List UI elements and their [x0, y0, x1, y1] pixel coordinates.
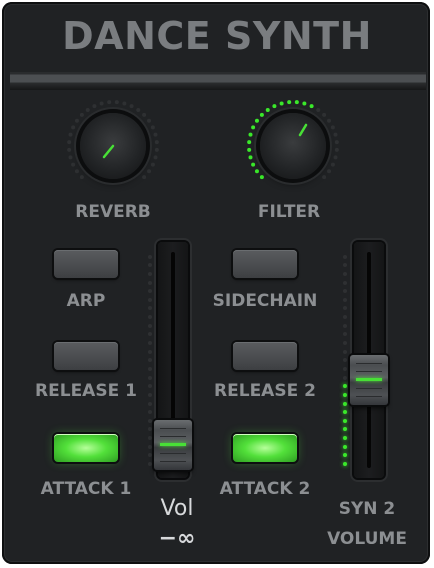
meter-dot-lit — [343, 444, 347, 449]
meter-dot — [148, 323, 152, 328]
meter-dot — [148, 392, 152, 397]
reverb-pointer-icon — [102, 144, 115, 159]
attack-1-button[interactable] — [54, 434, 118, 462]
vol-cap-groove — [160, 461, 186, 462]
attack-1-label: ATTACK 1 — [40, 479, 132, 499]
release-1-button[interactable] — [54, 342, 118, 370]
filter-pointer-icon — [298, 123, 308, 137]
meter-dot — [343, 280, 347, 285]
meter-dot — [148, 410, 152, 415]
meter-dot — [148, 315, 152, 320]
meter-dot — [343, 315, 347, 320]
syn2-cap-indicator — [356, 378, 382, 382]
meter-dot — [148, 271, 152, 276]
release-2-button[interactable] — [233, 342, 297, 370]
meter-dot — [148, 332, 152, 337]
meter-dot — [343, 254, 347, 259]
release-2-label: RELEASE 2 — [214, 381, 316, 401]
reverb-knob[interactable] — [65, 98, 161, 194]
release-1-label: RELEASE 1 — [35, 381, 137, 401]
meter-dot — [343, 358, 347, 363]
panel-title: DANCE SYNTH — [62, 14, 372, 58]
meter-dot — [148, 366, 152, 371]
synth-panel: DANCE SYNTH REVERB FILTER ARP RELEASE 1 … — [2, 2, 430, 564]
meter-dot-lit — [343, 410, 347, 415]
arp-label: ARP — [66, 291, 106, 311]
meter-dot — [148, 254, 152, 259]
syn2-label-line2: VOLUME — [327, 529, 407, 549]
meter-dot — [148, 401, 152, 406]
meter-dot-lit — [343, 418, 347, 423]
vol-readout: −∞ — [158, 526, 196, 551]
meter-dot — [148, 375, 152, 380]
meter-dot — [148, 462, 152, 466]
meter-dot — [343, 263, 347, 268]
meter-dot — [343, 323, 347, 328]
arp-button[interactable] — [54, 250, 118, 278]
meter-dot — [148, 306, 152, 311]
vol-cap-groove — [160, 436, 186, 437]
meter-dot — [148, 444, 152, 449]
syn2-cap-groove — [356, 371, 382, 373]
vol-name: Vol — [160, 496, 194, 521]
meter-dot — [148, 436, 152, 441]
meter-dot — [148, 280, 152, 285]
meter-dot — [148, 384, 152, 389]
title-divider — [10, 72, 426, 90]
attack-2-label: ATTACK 2 — [219, 479, 311, 499]
meter-dot — [343, 297, 347, 302]
meter-dot — [343, 341, 347, 346]
meter-dot — [343, 306, 347, 311]
meter-dot — [343, 289, 347, 294]
meter-dot — [148, 289, 152, 294]
syn2-cap-groove — [356, 388, 382, 390]
sidechain-label: SIDECHAIN — [212, 291, 318, 311]
meter-dot — [148, 427, 152, 432]
filter-knob[interactable] — [245, 98, 341, 194]
meter-dot — [148, 297, 152, 302]
meter-dot-lit — [343, 427, 347, 432]
vol-fader-handle[interactable] — [154, 420, 192, 470]
meter-dot — [148, 418, 152, 423]
meter-dot — [343, 332, 347, 337]
vol-cap-groove — [160, 428, 186, 429]
meter-dot-lit — [343, 392, 347, 397]
sidechain-button[interactable] — [233, 250, 297, 278]
meter-dot — [148, 341, 152, 346]
vol-cap-groove — [160, 453, 186, 454]
meter-dot-lit — [343, 436, 347, 441]
meter-dot — [148, 349, 152, 354]
meter-dot-lit — [343, 401, 347, 406]
meter-dot — [343, 349, 347, 354]
meter-dot-lit — [343, 462, 347, 466]
meter-dot — [343, 366, 347, 371]
vol-cap-indicator — [160, 443, 186, 446]
syn2-cap-groove — [356, 396, 382, 398]
syn2-cap-groove — [356, 363, 382, 365]
meter-dot — [148, 453, 152, 458]
filter-label: FILTER — [257, 202, 321, 222]
syn2-fader-track[interactable] — [350, 242, 388, 478]
attack-2-button[interactable] — [233, 434, 297, 462]
syn2-label-line1: SYN 2 — [338, 499, 396, 519]
meter-dot — [343, 271, 347, 276]
vol-fader-track[interactable] — [154, 242, 192, 478]
meter-dot-lit — [343, 384, 347, 389]
syn2-fader-handle[interactable] — [350, 355, 388, 406]
syn2-level-meter — [343, 252, 349, 468]
meter-dot — [148, 263, 152, 268]
meter-dot — [148, 358, 152, 363]
meter-dot-lit — [343, 453, 347, 458]
meter-dot — [343, 375, 347, 380]
reverb-label: REVERB — [75, 202, 151, 222]
